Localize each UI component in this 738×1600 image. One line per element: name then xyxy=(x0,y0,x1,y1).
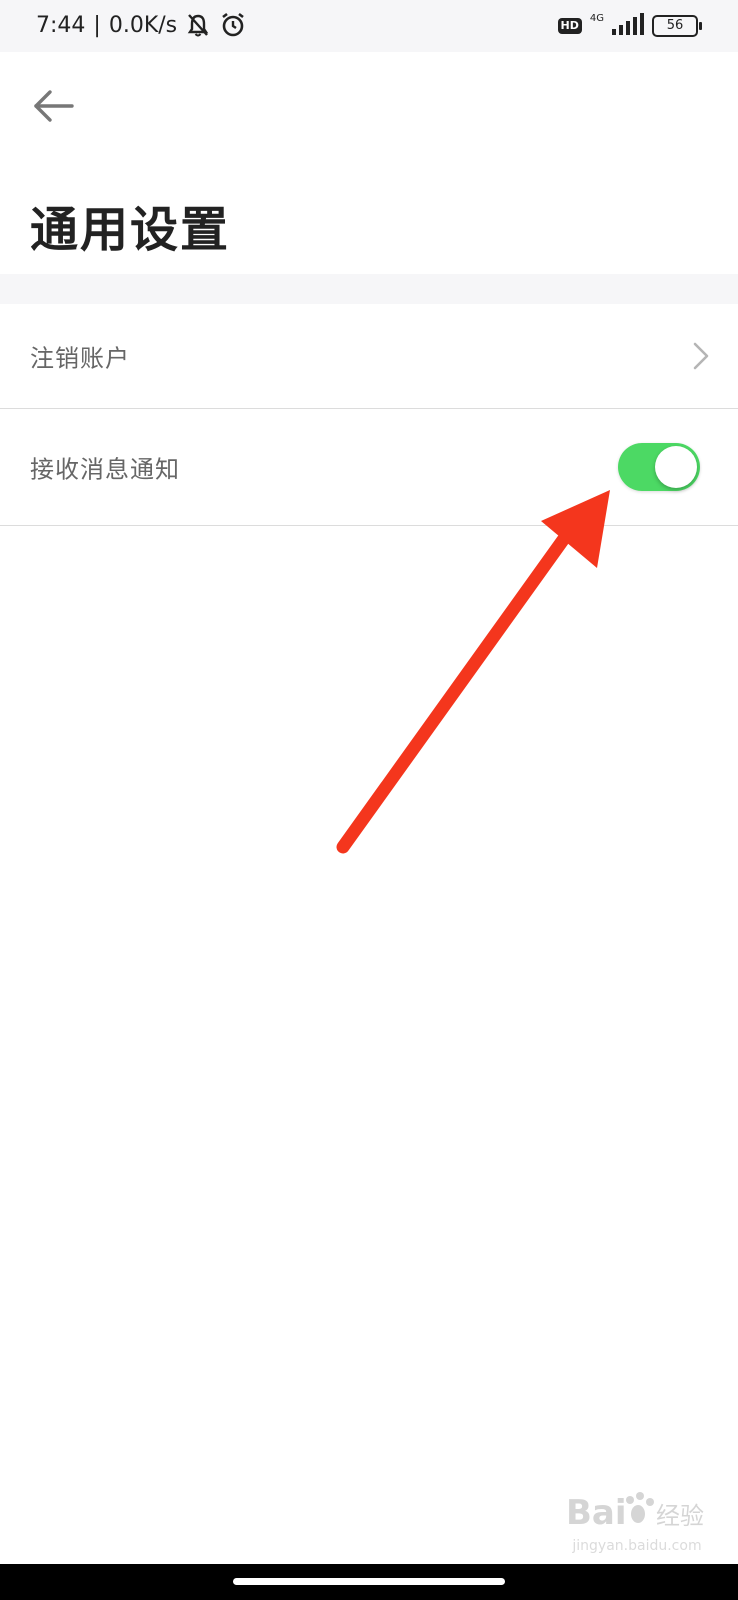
status-time: 7:44 xyxy=(36,12,86,38)
notification-toggle[interactable] xyxy=(618,443,700,491)
settings-item-label: 接收消息通知 xyxy=(30,455,180,484)
network-type: 4G xyxy=(589,12,604,24)
network-speed: 0.0K/s xyxy=(108,12,178,38)
baidu-watermark: Bai 经验 jingyan.baidu.com xyxy=(562,1484,712,1554)
status-separator: | xyxy=(93,12,101,38)
navigation-bar xyxy=(0,1564,738,1600)
back-arrow-icon xyxy=(34,90,74,122)
status-left: 7:44 | 0.0K/s xyxy=(36,10,247,40)
toggle-knob xyxy=(655,446,697,488)
settings-item-message-notifications: 接收消息通知 xyxy=(0,409,738,526)
status-right: HD 4G 56 xyxy=(557,12,702,40)
section-divider xyxy=(0,274,738,304)
settings-item-close-account[interactable]: 注销账户 xyxy=(0,304,738,409)
header: 通用设置 xyxy=(0,52,738,274)
alarm-icon xyxy=(219,11,247,39)
page-title: 通用设置 xyxy=(30,202,231,258)
mute-icon xyxy=(185,12,211,38)
watermark-site: jingyan.baidu.com xyxy=(572,1538,702,1554)
settings-list: 注销账户 接收消息通知 xyxy=(0,304,738,526)
chevron-right-icon xyxy=(693,342,709,370)
back-button[interactable] xyxy=(30,86,78,126)
svg-text:Bai: Bai xyxy=(566,1493,627,1533)
home-indicator[interactable] xyxy=(233,1578,505,1585)
battery-icon: 56 xyxy=(652,15,702,37)
status-bar: 7:44 | 0.0K/s HD 4G 56 xyxy=(0,0,738,52)
svg-text:经验: 经验 xyxy=(656,1502,704,1530)
hd-badge: HD xyxy=(557,18,582,34)
settings-item-label: 注销账户 xyxy=(30,344,130,373)
baidu-paw-logo-icon: Bai 经验 xyxy=(566,1492,704,1533)
signal-icon xyxy=(612,13,644,39)
